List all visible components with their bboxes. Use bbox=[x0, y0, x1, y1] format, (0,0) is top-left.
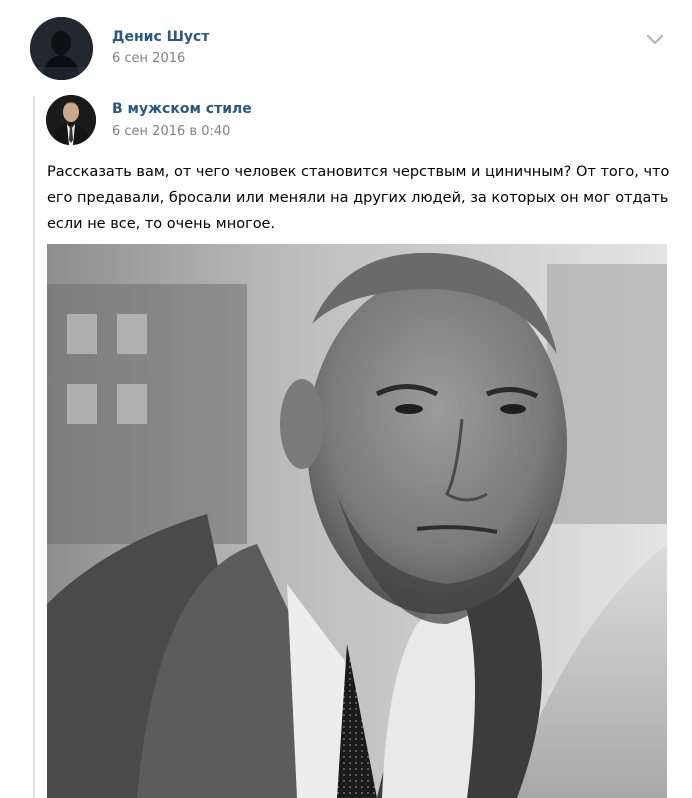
wall-post: Денис Шуст 6 сен 2016 В мужском стиле 6 … bbox=[0, 0, 692, 798]
source-avatar[interactable] bbox=[46, 95, 96, 145]
post-photo[interactable] bbox=[47, 244, 667, 798]
repost-divider bbox=[33, 96, 35, 798]
author-avatar[interactable] bbox=[30, 17, 93, 80]
author-name-link[interactable]: Денис Шуст bbox=[112, 29, 209, 45]
post-date-link[interactable]: 6 сен 2016 bbox=[112, 51, 185, 66]
author-avatar-image bbox=[30, 17, 93, 80]
source-date-link[interactable]: 6 сен 2016 в 0:40 bbox=[112, 124, 230, 139]
post-photo-image bbox=[47, 244, 667, 798]
post-text: Рассказать вам, от чего человек становит… bbox=[47, 164, 670, 232]
chevron-down-icon[interactable] bbox=[644, 32, 666, 46]
source-avatar-image bbox=[46, 95, 96, 145]
source-name-link[interactable]: В мужском стиле bbox=[112, 101, 252, 117]
